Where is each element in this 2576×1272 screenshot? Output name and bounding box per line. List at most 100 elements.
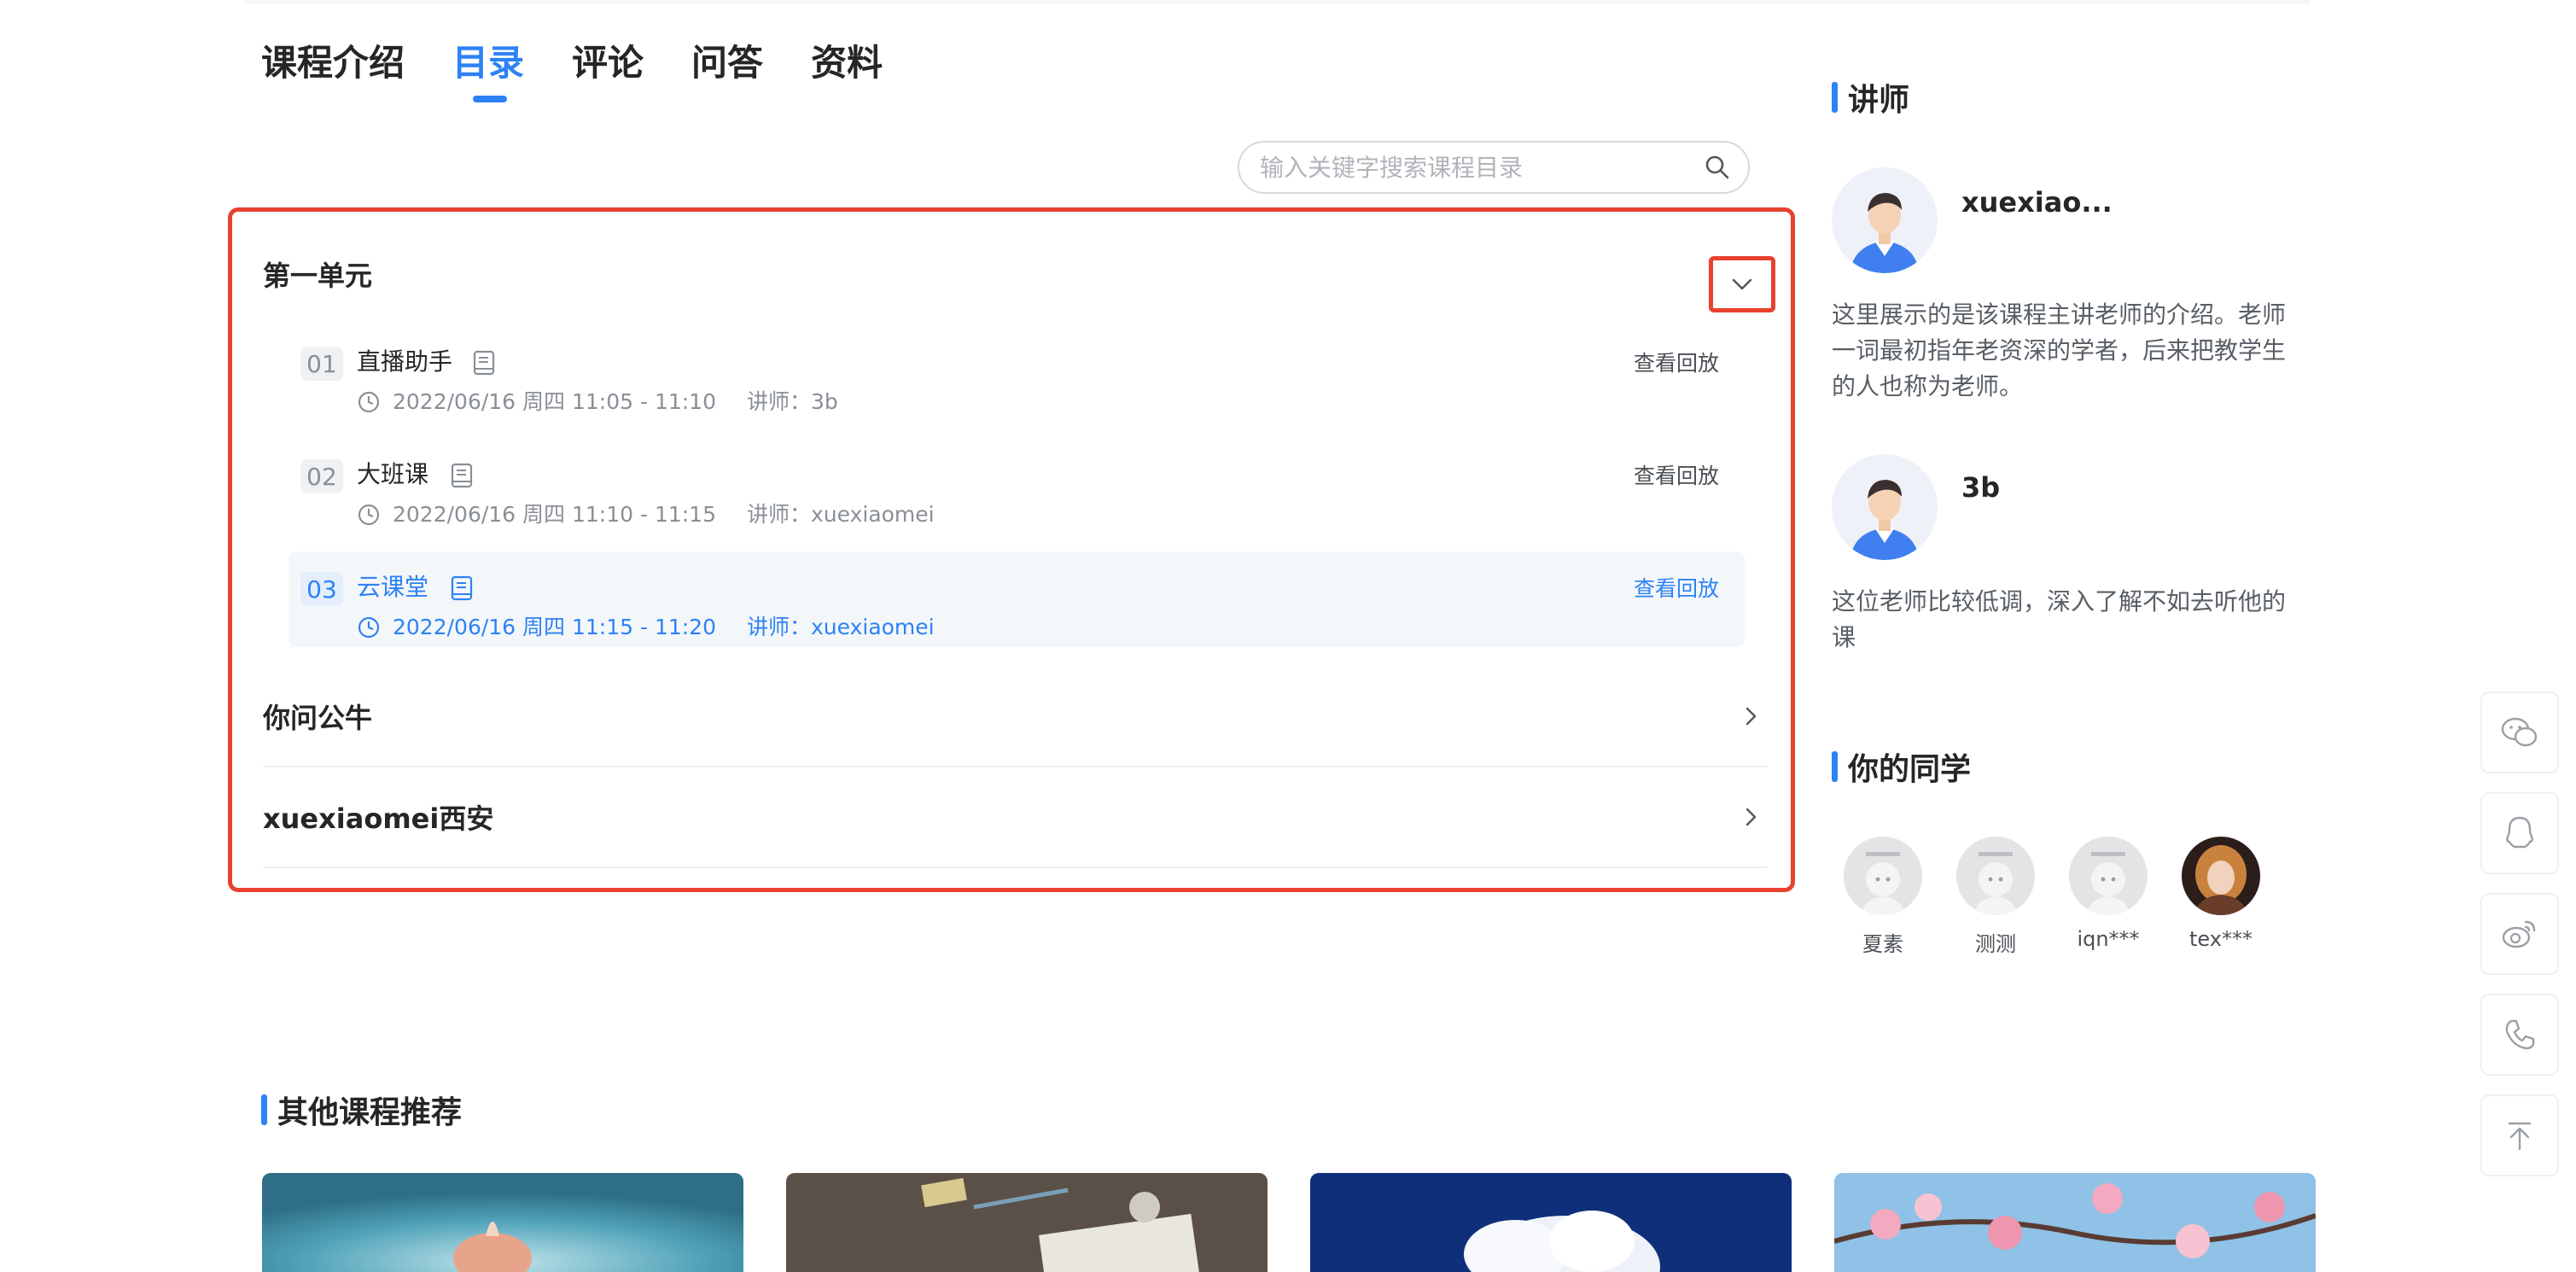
teachers-heading: 讲师 [1832, 75, 1909, 120]
lesson-number: 01 [300, 347, 343, 381]
course-card[interactable] [262, 1173, 743, 1272]
book-icon [451, 463, 473, 488]
section-title: xuexiaomei西安 [263, 802, 494, 835]
teacher-avatar-image [1832, 167, 1938, 273]
classmate-name: tex*** [2189, 927, 2253, 951]
book-icon [473, 350, 495, 376]
heading-accent-bar [261, 1094, 267, 1125]
tab-label: 目录 [452, 42, 525, 84]
lesson-teacher: 讲师：xuexiaomei [747, 615, 935, 639]
teacher-name[interactable]: 3b [1961, 471, 2000, 504]
classmate-name: 测测 [1975, 932, 2016, 956]
qq-button[interactable] [2480, 792, 2559, 874]
teacher-avatar[interactable] [1832, 454, 1938, 560]
course-cover-image [1834, 1173, 2316, 1272]
section-row[interactable]: xuexiaomei西安 [263, 767, 1767, 868]
wechat-icon [2501, 717, 2538, 747]
avatar [1844, 837, 1922, 915]
lesson-time: 2022/06/16 周四 11:15 - 11:20 [393, 615, 716, 639]
top-divider [244, 0, 2310, 3]
classmate-name: 夏素 [1862, 932, 1903, 956]
view-replay-link[interactable]: 查看回放 [1634, 572, 1719, 603]
weibo-button[interactable] [2480, 893, 2559, 975]
lesson-meta: 2022/06/16 周四 11:10 - 11:15 讲师：xuexiaome… [357, 500, 935, 529]
view-replay-link[interactable]: 查看回放 [1634, 459, 1719, 490]
chevron-right-icon [1746, 808, 1757, 826]
course-card[interactable] [1834, 1173, 2316, 1272]
qq-icon [2506, 816, 2533, 849]
default-avatar-icon [1956, 837, 2035, 915]
weibo-icon [2502, 920, 2536, 948]
search-icon[interactable] [1704, 154, 1731, 181]
chevron-down-icon [1732, 278, 1752, 290]
heading-text: 其他课程推荐 [277, 1095, 463, 1130]
section-row[interactable]: 你问公牛 [263, 667, 1767, 767]
classmate-item[interactable]: iqn*** [2069, 837, 2148, 957]
tab-catalog[interactable]: 目录 [452, 34, 572, 102]
lesson-time: 2022/06/16 周四 11:10 - 11:15 [393, 502, 716, 527]
heading-accent-bar [1832, 82, 1838, 113]
clock-icon [358, 504, 380, 526]
tab-label: 资料 [811, 42, 883, 84]
lesson-title: 云课堂 [357, 573, 429, 601]
clock-icon [358, 616, 380, 639]
chevron-right-icon [1746, 707, 1757, 726]
catalog-panel: 第一单元 01 直播助手 2022/06/16 周四 11:05 - 11:10… [228, 207, 1795, 892]
heading-accent-bar [1832, 751, 1838, 782]
phone-icon [2505, 1019, 2535, 1050]
lesson-meta: 2022/06/16 周四 11:05 - 11:10 讲师：3b [357, 388, 838, 417]
teacher-avatar-image [1832, 454, 1938, 560]
heading-text: 讲师 [1848, 83, 1910, 118]
lesson-item[interactable]: 01 直播助手 2022/06/16 周四 11:05 - 11:10 讲师：3… [288, 326, 1745, 422]
book-icon [451, 575, 473, 601]
tab-qa[interactable]: 问答 [691, 34, 811, 92]
classmate-name: iqn*** [2077, 927, 2140, 951]
unit-title: 第一单元 [263, 260, 373, 292]
lesson-teacher: 讲师：3b [747, 389, 838, 414]
tab-comments[interactable]: 评论 [572, 34, 691, 92]
course-page: 课程介绍 目录 评论 问答 资料 第一单元 01 直播助手 [0, 0, 2576, 1272]
lesson-number: 03 [300, 572, 343, 606]
arrow-up-icon [2508, 1122, 2532, 1151]
lesson-item-active[interactable]: 03 云课堂 2022/06/16 周四 11:15 - 11:20 讲师：xu… [288, 551, 1745, 647]
view-replay-link[interactable]: 查看回放 [1634, 347, 1719, 377]
lesson-teacher: 讲师：xuexiaomei [747, 502, 935, 527]
classmate-item[interactable]: tex*** [2182, 837, 2260, 957]
course-card[interactable] [786, 1173, 1268, 1272]
back-to-top-button[interactable] [2480, 1094, 2559, 1176]
teacher-name[interactable]: xuexiao... [1961, 186, 2113, 219]
course-cover-image [786, 1173, 1268, 1272]
wechat-button[interactable] [2480, 691, 2559, 773]
tab-label: 评论 [572, 42, 644, 84]
teacher-avatar[interactable] [1832, 167, 1938, 273]
classmate-item[interactable]: 夏素 [1844, 837, 1922, 957]
tab-materials[interactable]: 资料 [811, 34, 930, 92]
lesson-item[interactable]: 02 大班课 2022/06/16 周四 11:10 - 11:15 讲师：xu… [288, 439, 1745, 534]
search-input[interactable] [1260, 153, 1704, 182]
default-avatar-icon [2069, 837, 2148, 915]
course-cover-image [1310, 1173, 1792, 1272]
phone-button[interactable] [2480, 994, 2559, 1076]
heading-text: 你的同学 [1848, 752, 1972, 787]
avatar [2182, 837, 2260, 915]
course-card[interactable] [1310, 1173, 1792, 1272]
collapse-unit-button[interactable] [1709, 256, 1775, 312]
lesson-time: 2022/06/16 周四 11:05 - 11:10 [393, 389, 716, 414]
teacher-desc: 这位老师比较低调，深入了解不如去听他的课 [1832, 587, 2287, 651]
section-title: 你问公牛 [263, 702, 373, 734]
course-cover-image [262, 1173, 743, 1272]
lesson-meta: 2022/06/16 周四 11:15 - 11:20 讲师：xuexiaome… [357, 613, 935, 642]
tab-label: 课程介绍 [261, 42, 405, 84]
classmates-list: 夏素 测测 iqn*** tex*** [1844, 837, 2260, 957]
teacher-desc: 这里展示的是该课程主讲老师的介绍。老师一词最初指年老资深的学者，后来把教学生的人… [1832, 300, 2287, 400]
tab-intro[interactable]: 课程介绍 [261, 34, 452, 92]
classmate-item[interactable]: 测测 [1956, 837, 2035, 957]
active-tab-indicator [473, 96, 508, 102]
avatar [2069, 837, 2148, 915]
clock-icon [358, 391, 380, 413]
default-avatar-icon [1844, 837, 1922, 915]
photo-avatar [2182, 837, 2260, 915]
recommend-heading: 其他课程推荐 [261, 1088, 462, 1132]
lesson-number: 02 [300, 459, 343, 493]
recommend-cards [262, 1173, 2316, 1272]
